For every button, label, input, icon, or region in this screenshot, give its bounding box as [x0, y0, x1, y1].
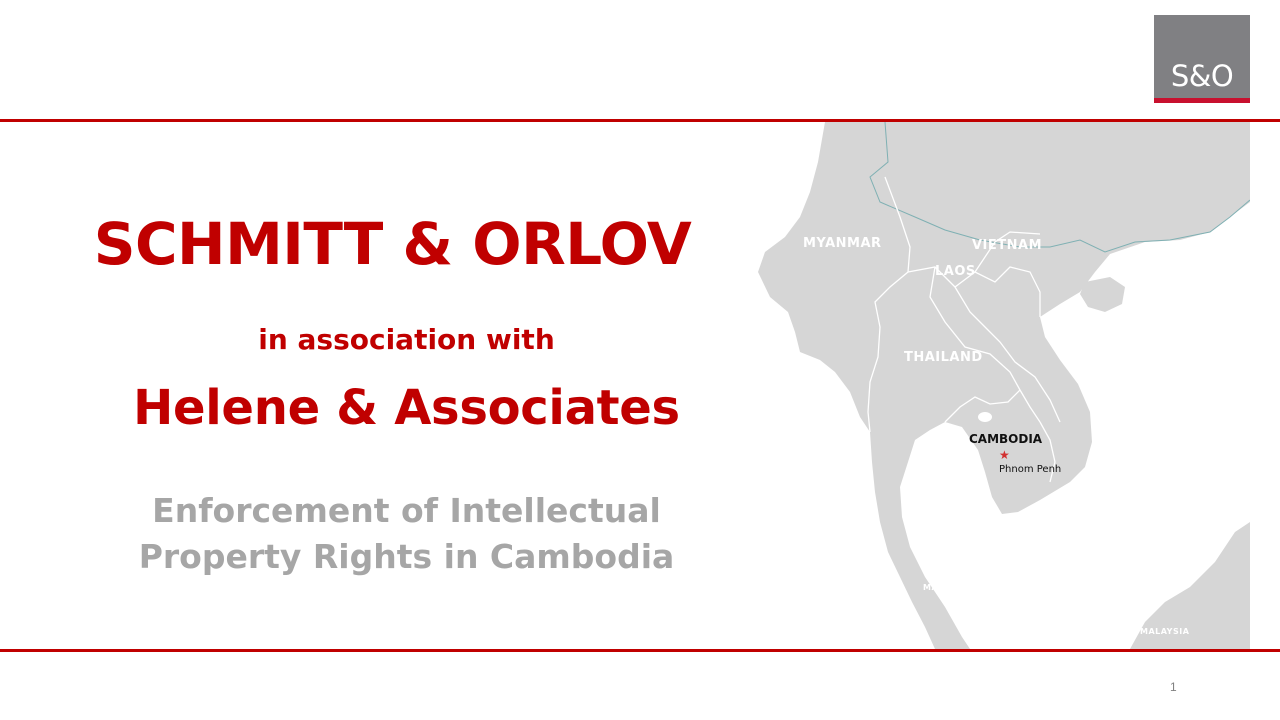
label-cambodia: CAMBODIA — [969, 432, 1043, 446]
partner-name: Helene & Associates — [133, 380, 680, 436]
company-logo: S&O — [1154, 15, 1250, 103]
label-phnom-penh: Phnom Penh — [999, 464, 1062, 475]
presentation-subtitle: Enforcement of Intellectual Property Rig… — [0, 488, 813, 580]
label-laos: LAOS — [935, 264, 976, 279]
label-thailand: THAILAND — [904, 350, 983, 365]
logo-accent-stripe — [1154, 98, 1250, 103]
page-number: 1 — [1170, 680, 1177, 694]
capital-star-icon: ★ — [999, 448, 1010, 462]
label-malaysia-east: MALAYSIA — [1140, 627, 1190, 636]
association-text: in association with — [258, 323, 555, 356]
label-myanmar: MYANMAR — [803, 236, 882, 251]
firm-name: SCHMITT & ORLOV — [93, 210, 692, 278]
tonle-sap-lake — [978, 412, 992, 422]
label-malaysia-west: MALAYSIA — [923, 583, 973, 592]
logo-text: S&O — [1170, 59, 1234, 93]
map-graphic — [758, 122, 1250, 649]
subtitle-line-1: Enforcement of Intellectual — [152, 491, 661, 530]
hainan-island — [1080, 277, 1125, 312]
bottom-divider — [0, 649, 1280, 652]
subtitle-line-2: Property Rights in Cambodia — [138, 537, 675, 576]
southeast-asia-map: MYANMAR VIETNAM LAOS THAILAND CAMBODIA ★… — [740, 122, 1250, 649]
mainland-landmass — [758, 122, 1250, 649]
label-vietnam: VIETNAM — [972, 238, 1043, 253]
